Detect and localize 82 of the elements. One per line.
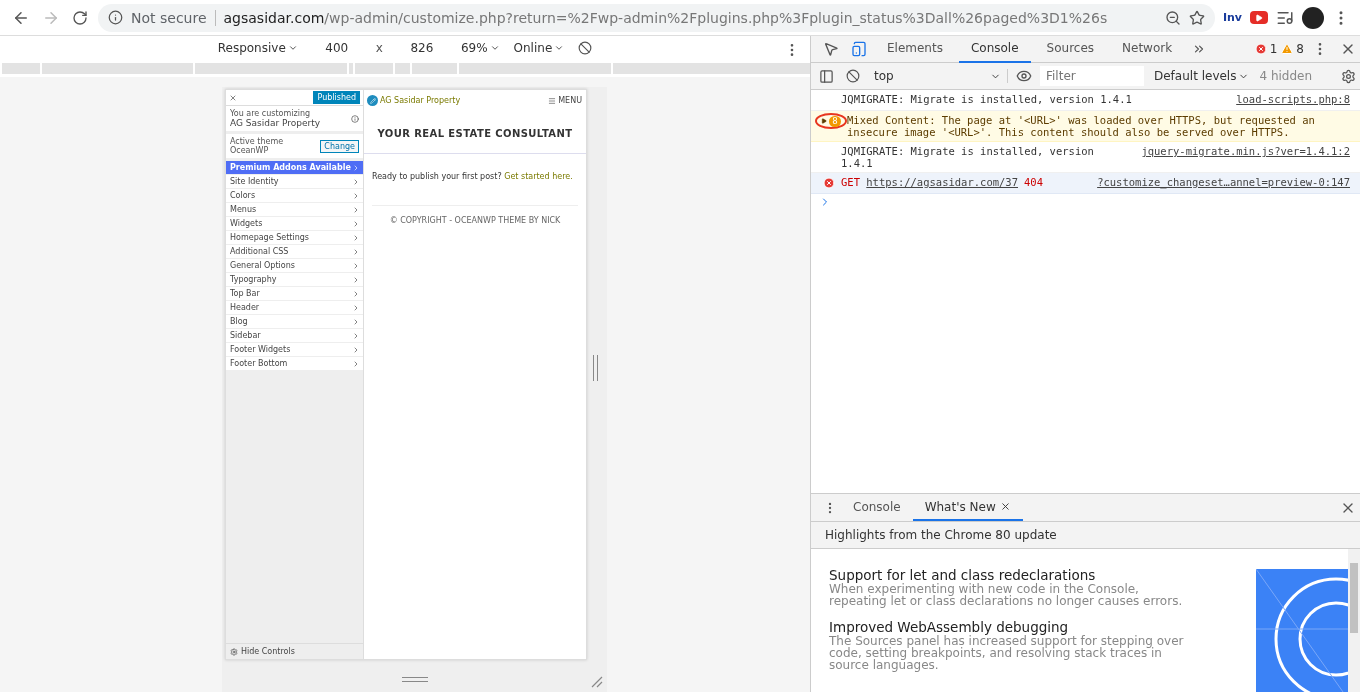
section-item[interactable]: Premium Addons Available (226, 161, 363, 175)
devtools-tab[interactable]: Elements (875, 35, 955, 63)
site-tagline: YOUR REAL ESTATE CONSULTANT (364, 106, 586, 154)
height-field[interactable]: 826 (396, 41, 447, 56)
publish-button[interactable]: Published (313, 91, 360, 104)
scrollbar[interactable] (1348, 549, 1360, 692)
feature-description: The Sources panel has increased support for stepping over code, setting breakpoints, and resolving stack traces in source languages. (829, 635, 1185, 671)
section-item[interactable]: Blog (226, 315, 363, 329)
play-icon (1255, 13, 1263, 22)
source-link[interactable]: load-scripts.php:8 (1216, 93, 1350, 105)
reload-icon (72, 9, 88, 26)
close-icon[interactable] (999, 501, 1011, 512)
width-field[interactable]: 400 (311, 41, 362, 56)
gear-icon (230, 647, 238, 656)
whats-new-banner: Highlights from the Chrome 80 update (811, 522, 1360, 549)
profile-avatar[interactable] (1302, 6, 1324, 29)
repeat-count-badge: 8 (829, 115, 841, 127)
console-message: JQMIGRATE: Migrate is installed, version 1.4.1 (841, 93, 1133, 105)
customizing-label: You are customizing (230, 109, 312, 118)
video-extension-icon[interactable] (1250, 11, 1268, 24)
section-item[interactable]: Header (226, 301, 363, 315)
section-item[interactable]: Typography (226, 273, 363, 287)
resize-corner-icon[interactable] (591, 676, 603, 688)
bookmark-star-icon[interactable] (1188, 9, 1205, 26)
devtools-tab[interactable]: Network (1110, 35, 1185, 63)
log-levels-dropdown[interactable]: Default levels (1148, 69, 1256, 83)
source-link[interactable]: ?customize_changeset…annel=preview-0:147 (1077, 176, 1350, 188)
error-icon (1254, 43, 1267, 55)
change-button[interactable]: Change (320, 139, 359, 153)
expand-icon[interactable] (821, 118, 828, 124)
security-label: Not secure (131, 9, 216, 26)
theme-name: OceanWP (230, 146, 270, 155)
hide-controls-button[interactable]: Hide Controls (226, 643, 363, 659)
throttle-dropdown[interactable]: Online (513, 41, 565, 56)
section-item[interactable]: Menus (226, 203, 363, 217)
section-item[interactable]: Widgets (226, 217, 363, 231)
console-message: GET https://agsasidar.com/37 404 (841, 176, 1044, 188)
console-message: JQMIGRATE: Migrate is installed, version 1.4.1 (841, 145, 1095, 169)
publish-notice: Ready to publish your first post? Get started here. (371, 171, 574, 181)
section-item[interactable]: Footer Bottom (226, 357, 363, 371)
section-item[interactable]: Site Identity (226, 175, 363, 189)
context-dropdown[interactable]: top (868, 69, 1008, 83)
site-logo-alt[interactable]: AG Sasidar Property (380, 96, 461, 105)
feature-title[interactable]: Support for let and class redeclarations (829, 567, 1238, 583)
theme-label: Active theme (230, 137, 284, 146)
section-item[interactable]: Top Bar (226, 287, 363, 301)
devtools-tab[interactable]: Sources (1034, 35, 1107, 63)
error-count[interactable]: 1 (1254, 42, 1278, 56)
error-icon (823, 177, 835, 189)
section-item[interactable]: General Options (226, 259, 363, 273)
warning-icon (1281, 43, 1294, 55)
zoom-dropdown[interactable]: 69% (460, 41, 500, 56)
info-icon[interactable] (108, 10, 123, 25)
section-item[interactable]: Additional CSS (226, 245, 363, 259)
section-item[interactable]: Footer Widgets (226, 343, 363, 357)
device-dropdown[interactable]: Responsive (217, 41, 298, 56)
request-url-link[interactable]: https://agsasidar.com/37 (866, 176, 1018, 188)
resize-handle[interactable] (593, 355, 598, 381)
extension-button[interactable]: Inv (1222, 11, 1242, 24)
resize-handle[interactable] (401, 676, 428, 682)
url-text: agsasidar.com/wp-admin/customize.php?return=%2Fwp-admin%2Fplugins.php%3Fplugin_status%3Dall%26paged%3D1%26s (223, 9, 1109, 26)
menu-link[interactable]: MENU (558, 96, 582, 105)
section-item[interactable]: Sidebar (226, 329, 363, 343)
filter-field[interactable]: Filter (1040, 66, 1144, 86)
zoom-icon[interactable] (1164, 9, 1181, 26)
hidden-count: 4 hidden (1259, 69, 1313, 83)
feature-description: When experimenting with new code in the Console, repeating let or class declarations no longer causes errors. (829, 583, 1184, 607)
warning-count[interactable]: 8 (1281, 42, 1304, 56)
help-icon[interactable] (351, 114, 359, 123)
drawer-tab[interactable]: Console (841, 494, 913, 521)
site-title: AG Sasidar Property (230, 118, 321, 128)
section-item[interactable]: Homepage Settings (226, 231, 363, 245)
section-item[interactable]: Colors (226, 189, 363, 203)
address-bar[interactable]: Not secure agsasidar.com/wp-admin/customize.php?return=%2Fwp-admin%2Fplugins.php%3Fplugin_status%3Dall%26paged%3D1%26s (98, 3, 1215, 32)
feature-title[interactable]: Improved WebAssembly debugging (829, 619, 1238, 635)
console-message: Mixed Content: The page at '<URL>' was loaded over HTTPS, but requested an insecure image '<URL>'. This content should also be served over HTTPS. (847, 114, 1316, 138)
edit-icon[interactable] (367, 95, 378, 106)
source-link[interactable]: jquery-migrate.min.js?ver=1.4.1:2 (1121, 145, 1350, 157)
footer-copyright: © COPYRIGHT - OCEANWP THEME BY NICK (372, 205, 578, 225)
close-icon[interactable] (229, 93, 237, 102)
dimension-separator: x (375, 41, 383, 56)
get-started-link[interactable]: Get started here. (504, 172, 573, 181)
